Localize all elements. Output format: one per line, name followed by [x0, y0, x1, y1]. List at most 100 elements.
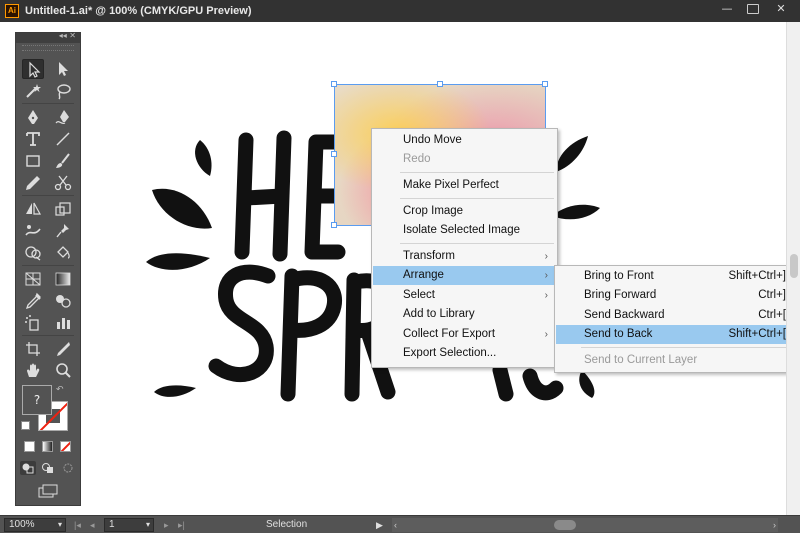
vertical-scrollbar[interactable] [786, 22, 800, 515]
magic-wand-tool[interactable] [22, 81, 44, 101]
scissors-tool[interactable] [52, 173, 74, 193]
slice-tool[interactable] [52, 339, 74, 359]
menu-item-crop-image[interactable]: Crop Image [373, 202, 556, 221]
panel-collapse-icon[interactable]: ◂◂ ✕ [59, 31, 76, 40]
perspective-grid-tool[interactable] [22, 269, 44, 289]
line-segment-tool[interactable] [52, 129, 74, 149]
panel-divider [22, 103, 74, 104]
scroll-left-arrow[interactable]: ‹ [394, 518, 397, 532]
paintbrush-tool[interactable] [52, 151, 74, 171]
none-mode-swatch[interactable] [60, 441, 71, 452]
reflect-tool[interactable] [22, 199, 44, 219]
submenu-item-send-backward[interactable]: Send Backward Ctrl+[ [556, 306, 792, 325]
menu-item-add-to-library[interactable]: Add to Library [373, 305, 556, 324]
shape-builder-tool[interactable] [22, 243, 44, 263]
selection-arrow-icon [29, 61, 41, 78]
reflect-icon [26, 202, 42, 215]
horizontal-scrollbar[interactable]: ‹ › [392, 518, 778, 532]
leaf-shape [154, 385, 196, 397]
puppet-warp-tool[interactable] [22, 221, 44, 241]
column-graph-tool[interactable] [52, 313, 74, 333]
eyedropper-tool[interactable] [22, 291, 44, 311]
letter-p [280, 268, 343, 402]
maximize-button[interactable] [740, 0, 766, 18]
shortcut-label: Ctrl+[ [758, 309, 786, 321]
color-mode-swatch[interactable] [24, 441, 35, 452]
swap-fill-stroke-icon[interactable]: ↶ [56, 385, 67, 396]
menu-separator [400, 243, 554, 244]
panel-grip[interactable] [22, 45, 74, 51]
vertical-scroll-thumb[interactable] [790, 254, 798, 278]
draw-normal-mode[interactable] [20, 461, 36, 475]
close-button[interactable]: ✕ [768, 0, 794, 18]
scale-tool[interactable] [52, 199, 74, 219]
selection-handle[interactable] [542, 81, 548, 87]
gradient-mode-swatch[interactable] [42, 441, 53, 452]
blend-tool[interactable] [52, 291, 74, 311]
change-screen-mode[interactable] [36, 483, 60, 499]
submenu-item-bring-forward[interactable]: Bring Forward Ctrl+] [556, 286, 792, 305]
menu-item-transform[interactable]: Transform › [373, 247, 556, 266]
symbol-sprayer-icon [25, 315, 39, 331]
menu-item-label: Crop Image [403, 205, 464, 217]
direct-selection-tool[interactable] [52, 59, 74, 79]
submenu-item-send-to-back[interactable]: Send to Back Shift+Ctrl+[ [556, 325, 792, 344]
default-fill-stroke-icon[interactable] [21, 421, 30, 430]
pen-tool[interactable] [22, 107, 44, 127]
gradient-tool[interactable] [52, 269, 74, 289]
menu-item-label: Undo Move [403, 134, 462, 146]
illustrator-window: Ai Untitled-1.ai* @ 100% (CMYK/GPU Previ… [0, 0, 800, 533]
symbol-sprayer-tool[interactable] [22, 313, 44, 333]
scale-icon [55, 202, 71, 216]
magnifier-icon [56, 363, 71, 378]
menu-item-isolate-selected-image[interactable]: Isolate Selected Image [373, 221, 556, 240]
hand-tool[interactable] [22, 361, 44, 381]
submenu-item-send-to-current-layer: Send to Current Layer [556, 351, 792, 370]
rectangle-tool[interactable] [22, 151, 44, 171]
menu-item-make-pixel-perfect[interactable]: Make Pixel Perfect [373, 176, 556, 195]
live-paint-tool[interactable] [52, 243, 74, 263]
pin-tool[interactable] [52, 221, 74, 241]
lasso-tool[interactable] [52, 81, 74, 101]
letter-h [234, 130, 292, 262]
leaf-shape [152, 188, 212, 229]
last-artboard-button[interactable]: ▸| [178, 518, 185, 532]
selection-handle[interactable] [331, 81, 337, 87]
tools-panel: ◂◂ ✕ ↶ ? [15, 31, 81, 506]
menu-item-export-selection[interactable]: Export Selection... [373, 344, 556, 363]
draw-behind-mode[interactable] [40, 461, 56, 475]
artboard-tool[interactable] [22, 339, 44, 359]
menu-item-select[interactable]: Select › [373, 286, 556, 305]
status-bar: 100% ▾ |◂ ◂ 1 ▾ ▸ ▸| Selection ▶ ‹ › [0, 515, 800, 533]
curvature-tool[interactable] [52, 107, 74, 127]
leaf-shape [195, 140, 212, 176]
fill-color-box[interactable]: ? [22, 385, 52, 415]
first-artboard-button[interactable]: |◂ [74, 518, 81, 532]
minimize-button[interactable]: — [714, 0, 740, 18]
artboard-number-dropdown[interactable]: 1 ▾ [104, 518, 154, 532]
pencil-tool[interactable] [22, 173, 44, 193]
selection-tool[interactable] [22, 59, 44, 79]
menu-item-arrange[interactable]: Arrange › [373, 266, 556, 285]
next-artboard-button[interactable]: ▸ [164, 518, 169, 532]
live-paint-bucket-icon [57, 246, 70, 259]
selection-handle[interactable] [331, 222, 337, 228]
current-tool-status[interactable]: Selection [266, 519, 307, 531]
horizontal-scroll-thumb[interactable] [554, 520, 576, 530]
artboard-number: 1 [109, 519, 115, 530]
zoom-tool[interactable] [52, 361, 74, 381]
submenu-item-bring-to-front[interactable]: Bring to Front Shift+Ctrl+] [556, 267, 792, 286]
tools-panel-header[interactable]: ◂◂ ✕ [16, 31, 80, 43]
zoom-dropdown[interactable]: 100% ▾ [4, 518, 66, 532]
previous-artboard-button[interactable]: ◂ [90, 518, 95, 532]
menu-item-collect-for-export[interactable]: Collect For Export › [373, 325, 556, 344]
panel-divider [22, 265, 74, 266]
menu-item-undo-move[interactable]: Undo Move [373, 131, 556, 150]
selection-handle[interactable] [331, 151, 337, 157]
draw-inside-mode[interactable] [60, 461, 76, 475]
title-bar: Ai Untitled-1.ai* @ 100% (CMYK/GPU Previ… [0, 0, 800, 22]
type-tool[interactable] [22, 129, 44, 149]
selection-handle[interactable] [437, 81, 443, 87]
status-menu-arrow[interactable]: ▶ [376, 518, 383, 532]
scroll-right-arrow[interactable]: › [773, 518, 776, 532]
